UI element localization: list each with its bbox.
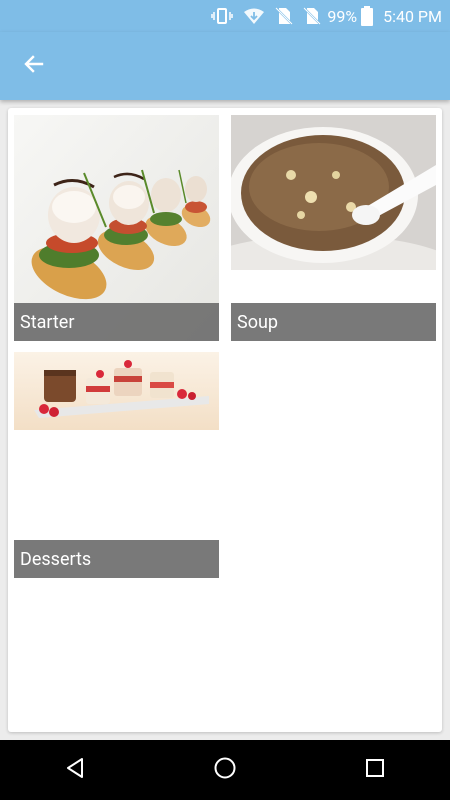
category-tile-starter[interactable]: Starter [14,115,219,341]
category-label-starter: Starter [14,303,219,341]
dessert-cups-photo [14,352,219,430]
status-bar: 99% 5:40 PM [0,0,450,32]
wifi-download-icon [243,7,265,25]
vibrate-icon [211,7,234,25]
no-sim-icon-2 [303,7,322,25]
nav-home-button[interactable] [195,740,255,800]
app-bar [0,32,450,100]
home-circle-icon [213,756,237,784]
recents-square-icon [363,756,387,784]
back-button[interactable] [16,48,52,84]
egg-drop-soup-photo [231,115,436,315]
category-label-desserts: Desserts [14,540,219,578]
back-triangle-icon [63,756,87,784]
category-tile-desserts[interactable]: Desserts [14,352,219,578]
category-tile-soup[interactable]: Soup [231,115,436,341]
battery-percent: 99% [327,6,358,26]
arrow-left-icon [22,52,46,80]
nav-back-button[interactable] [45,740,105,800]
no-sim-icon [275,7,294,25]
nav-recents-button[interactable] [345,740,405,800]
category-label-soup: Soup [231,303,436,341]
system-nav-bar [0,740,450,800]
clock-time: 5:40 PM [383,6,442,26]
category-grid-card: Starter Soup Desserts [8,108,442,732]
battery-icon [361,6,374,26]
